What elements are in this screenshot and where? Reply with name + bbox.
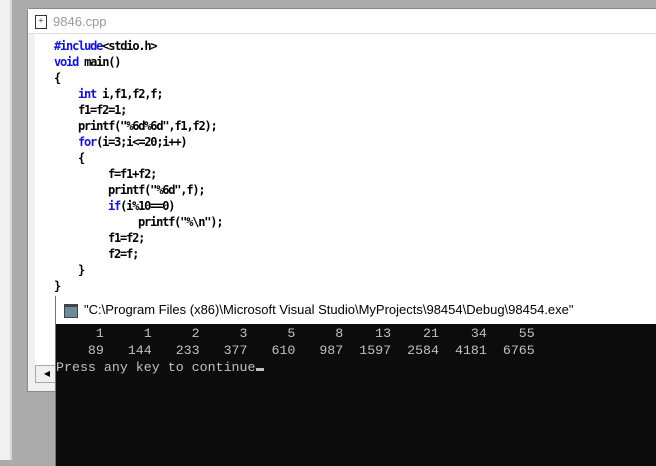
cpp-file-icon: + xyxy=(35,15,47,29)
console-output-line: 1 1 2 3 5 8 13 21 34 55 xyxy=(56,326,535,341)
editor-title-bar[interactable]: + 9846.cpp xyxy=(28,9,656,34)
console-window: "C:\Program Files (x86)\Microsoft Visual… xyxy=(55,296,656,466)
code-text: f2=f; xyxy=(108,247,139,261)
code-text: } xyxy=(78,263,85,277)
code-line: if(i%10==0) xyxy=(108,198,176,214)
code-text: { xyxy=(54,71,61,85)
console-title-bar[interactable]: "C:\Program Files (x86)\Microsoft Visual… xyxy=(56,296,656,324)
code-text: i,f1,f2,f; xyxy=(96,87,163,101)
code-line: } xyxy=(54,278,61,294)
code-line: f1=f2=1; xyxy=(78,102,127,118)
console-prompt-line: Press any key to continue xyxy=(56,359,264,376)
code-line: void main() xyxy=(54,54,122,70)
console-output-line: 89 144 233 377 610 987 1597 2584 4181 67… xyxy=(56,343,535,358)
code-line: f2=f; xyxy=(108,246,139,262)
code-line: f=f1+f2; xyxy=(108,166,157,182)
editor-title: 9846.cpp xyxy=(53,14,107,29)
console-app-icon xyxy=(64,304,78,318)
code-keyword: #include xyxy=(54,39,103,53)
code-line: #include<stdio.h> xyxy=(54,38,158,54)
code-text: (i%10==0) xyxy=(120,199,175,213)
code-line: { xyxy=(54,70,61,86)
console-prompt: Press any key to continue xyxy=(56,360,256,375)
code-keyword: int xyxy=(78,87,97,101)
code-text: f=f1+f2; xyxy=(108,167,157,181)
code-text: (i=3;i<=20;i++) xyxy=(96,135,188,149)
code-keyword: if xyxy=(108,199,121,213)
code-line: f1=f2; xyxy=(108,230,145,246)
code-text: main() xyxy=(78,55,121,69)
code-line: int i,f1,f2,f; xyxy=(78,86,164,102)
console-title: "C:\Program Files (x86)\Microsoft Visual… xyxy=(84,302,574,317)
code-text: } xyxy=(54,279,61,293)
code-text: <stdio.h> xyxy=(102,39,157,53)
left-panel-edge xyxy=(0,0,12,460)
code-text: f1=f2; xyxy=(108,231,145,245)
code-line: for(i=3;i<=20;i++) xyxy=(78,134,188,150)
text-cursor xyxy=(255,368,264,371)
code-line: printf("%6d",f); xyxy=(108,182,206,198)
code-line: printf("%\n"); xyxy=(138,214,224,230)
code-text: { xyxy=(78,151,85,165)
code-keyword: for xyxy=(78,135,97,149)
code-text: printf("%\n"); xyxy=(138,215,224,229)
code-line: printf("%6d%6d",f1,f2); xyxy=(78,118,218,134)
code-line: { xyxy=(78,150,85,166)
code-keyword: void xyxy=(54,55,79,69)
code-line: } xyxy=(78,262,85,278)
code-text: printf("%6d%6d",f1,f2); xyxy=(78,119,218,133)
code-text: f1=f2=1; xyxy=(78,103,127,117)
code-text: printf("%6d",f); xyxy=(108,183,206,197)
